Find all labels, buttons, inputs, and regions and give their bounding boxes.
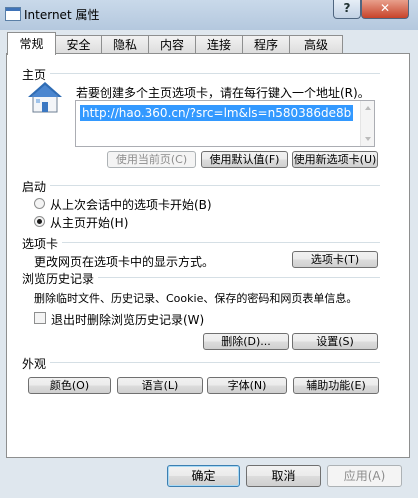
languages-button[interactable]: 语言(L): [117, 377, 203, 394]
apply-button[interactable]: 应用(A): [327, 465, 402, 487]
house-icon: [28, 82, 62, 113]
window-title: Internet 属性: [24, 8, 100, 22]
fonts-button[interactable]: 字体(N): [207, 377, 287, 394]
radio-last-session[interactable]: [34, 198, 45, 209]
scroll-down-arrow-icon[interactable]: [365, 137, 371, 141]
radio-last-session-label[interactable]: 从上次会话中的选项卡开始(B): [50, 196, 212, 213]
radio-home-page[interactable]: [34, 216, 45, 227]
help-button[interactable]: ?: [333, 0, 361, 19]
use-new-tab-button[interactable]: 使用新选项卡(U): [292, 151, 378, 168]
tab-general[interactable]: 常规: [7, 32, 56, 55]
tabs-settings-button[interactable]: 选项卡(T): [292, 251, 378, 268]
tabs-divider: [62, 242, 380, 243]
accessibility-button[interactable]: 辅助功能(E): [293, 377, 379, 394]
title-bar[interactable]: Internet 属性 ? ✕: [0, 0, 418, 30]
use-current-button[interactable]: 使用当前页(C): [107, 151, 196, 168]
close-button[interactable]: ✕: [361, 0, 409, 19]
use-default-button[interactable]: 使用默认值(F): [201, 151, 288, 168]
cancel-button[interactable]: 取消: [246, 465, 321, 487]
appearance-section-label: 外观: [22, 357, 47, 371]
radio-home-page-label[interactable]: 从主页开始(H): [50, 214, 128, 231]
startup-divider: [50, 185, 380, 186]
home-url-textarea[interactable]: http://hao.360.cn/?src=lm&ls=n580386de8b: [75, 100, 375, 147]
history-settings-button[interactable]: 设置(S): [292, 333, 378, 350]
tab-connections[interactable]: 连接: [195, 35, 243, 54]
delete-on-exit-label[interactable]: 退出时删除浏览历史记录(W): [51, 311, 204, 328]
tab-security[interactable]: 安全: [55, 35, 102, 54]
history-divider: [98, 277, 380, 278]
delete-on-exit-checkbox[interactable]: [34, 312, 46, 324]
tab-privacy[interactable]: 隐私: [101, 35, 149, 54]
tab-advanced[interactable]: 高级: [289, 35, 343, 54]
appearance-divider: [50, 362, 380, 363]
history-section-label: 浏览历史记录: [22, 272, 95, 286]
tab-programs[interactable]: 程序: [242, 35, 290, 54]
tab-content[interactable]: 内容: [148, 35, 196, 54]
scroll-up-arrow-icon[interactable]: [365, 106, 371, 110]
window-icon: [5, 7, 21, 21]
colors-button[interactable]: 颜色(O): [28, 377, 111, 394]
history-description: 删除临时文件、历史记录、Cookie、保存的密码和网页表单信息。: [34, 292, 358, 305]
home-divider: [50, 73, 380, 74]
home-instruction: 若要创建多个主页选项卡，请在每行键入一个地址(R)。: [76, 86, 370, 100]
startup-section-label: 启动: [22, 180, 47, 194]
ok-button[interactable]: 确定: [167, 465, 240, 487]
tabs-description: 更改网页在选项卡中的显示方式。: [34, 255, 215, 269]
delete-history-button[interactable]: 删除(D)...: [203, 333, 289, 350]
url-scrollbar[interactable]: [360, 101, 374, 146]
home-url-text: http://hao.360.cn/?src=lm&ls=n580386de8b: [80, 105, 354, 121]
tabs-section-label: 选项卡: [22, 237, 59, 251]
